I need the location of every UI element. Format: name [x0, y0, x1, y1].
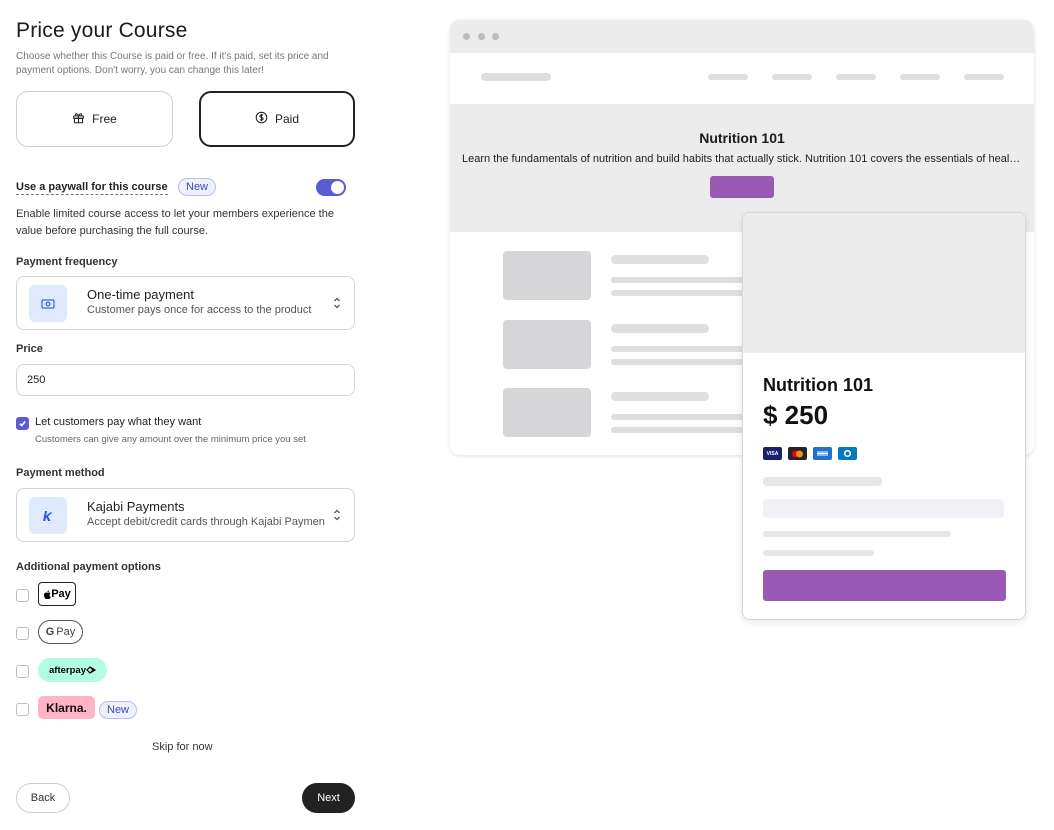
- hero-button: [710, 176, 774, 198]
- product-name: Nutrition 101: [763, 375, 874, 395]
- browser-bar: [450, 20, 1034, 53]
- text-placeholder: [611, 359, 751, 365]
- payment-frequency-subtitle: Customer pays once for access to the pro…: [87, 304, 312, 316]
- afterpay-logo: afterpay: [38, 658, 107, 682]
- google-pay-checkbox[interactable]: [16, 627, 29, 640]
- pay-what-you-want-subtitle: Customers can give any amount over the m…: [35, 434, 306, 445]
- content-thumbnail: [503, 388, 591, 437]
- payment-method-subtitle: Accept debit/credit cards through Kajabi…: [87, 516, 325, 528]
- payment-frequency-title: One-time payment: [87, 287, 194, 302]
- paywall-description: Enable limited course access to let your…: [16, 208, 334, 237]
- toggle-knob: [331, 181, 344, 194]
- logo-placeholder: [481, 73, 551, 81]
- google-pay-logo: G Pay: [38, 620, 83, 644]
- chevron-updown-icon: [334, 297, 340, 309]
- afterpay-checkbox[interactable]: [16, 665, 29, 678]
- payment-method-title: Kajabi Payments: [87, 499, 185, 514]
- skip-for-now-link[interactable]: Skip for now: [152, 741, 213, 753]
- visa-icon: VISA: [763, 447, 782, 460]
- text-placeholder: [611, 255, 709, 264]
- back-button[interactable]: Back: [16, 783, 70, 813]
- klarna-logo: Klarna.: [38, 696, 95, 719]
- text-placeholder: [763, 531, 951, 537]
- nav-placeholder: [964, 74, 1004, 80]
- mastercard-icon: [788, 447, 807, 460]
- apple-pay-logo: Pay: [38, 582, 76, 606]
- product-image-placeholder: [743, 213, 1025, 353]
- apple-pay-text: Pay: [51, 588, 71, 600]
- paywall-row: Use a paywall for this course New: [16, 178, 346, 198]
- payment-frequency-select[interactable]: One-time payment Customer pays once for …: [16, 276, 355, 330]
- apple-pay-option: Pay: [16, 582, 216, 608]
- text-placeholder: [611, 414, 751, 420]
- product-price: $ 250: [763, 400, 829, 430]
- free-option-label: Free: [92, 112, 117, 126]
- klarna-new-badge: New: [99, 701, 138, 719]
- text-placeholder: [611, 324, 709, 333]
- next-button[interactable]: Next: [302, 783, 355, 813]
- google-pay-option: G Pay: [16, 620, 216, 646]
- afterpay-arrows-icon: [86, 666, 96, 674]
- payment-method-select[interactable]: Kajabi Payments Accept debit/credit card…: [16, 488, 355, 542]
- text-placeholder: [611, 392, 709, 401]
- google-g-icon: G: [45, 626, 55, 638]
- window-dot: [478, 33, 485, 40]
- text-placeholder: [611, 277, 751, 283]
- apple-icon: [44, 590, 52, 599]
- hero-title: Nutrition 101: [699, 130, 785, 146]
- input-placeholder: [763, 499, 1004, 518]
- check-icon: [19, 420, 26, 427]
- kajabi-logo-icon: [29, 497, 67, 534]
- text-placeholder: [763, 550, 874, 556]
- nav-placeholder: [900, 74, 940, 80]
- free-option-card[interactable]: Free: [16, 91, 173, 147]
- paywall-toggle[interactable]: [316, 179, 346, 196]
- hero-description: Learn the fundamentals of nutrition and …: [462, 153, 1022, 165]
- amex-icon: [813, 447, 832, 460]
- window-dot: [463, 33, 470, 40]
- accepted-cards: VISA: [763, 447, 857, 460]
- dollar-circle-icon: [255, 111, 268, 127]
- text-placeholder: [611, 427, 751, 433]
- diners-icon: [838, 447, 857, 460]
- nav-placeholder: [836, 74, 876, 80]
- content-thumbnail: [503, 320, 591, 369]
- text-placeholder: [611, 346, 751, 352]
- nav-placeholder: [708, 74, 748, 80]
- afterpay-option: afterpay: [16, 658, 216, 684]
- gift-icon: [72, 111, 85, 127]
- pay-what-you-want-title[interactable]: Let customers pay what they want: [35, 416, 201, 428]
- text-placeholder: [611, 290, 751, 296]
- paywall-label[interactable]: Use a paywall for this course: [16, 181, 168, 195]
- klarna-checkbox[interactable]: [16, 703, 29, 716]
- cash-icon: [29, 285, 67, 322]
- google-pay-text: Pay: [56, 626, 76, 638]
- product-checkout-card: Nutrition 101 $ 250 VISA: [742, 212, 1026, 620]
- pay-what-you-want-checkbox[interactable]: [16, 417, 29, 430]
- window-dot: [492, 33, 499, 40]
- payment-method-label: Payment method: [16, 467, 105, 479]
- additional-payment-options-label: Additional payment options: [16, 561, 161, 573]
- buy-button-preview: [763, 570, 1006, 601]
- nav-placeholder: [772, 74, 812, 80]
- klarna-option: Klarna. New: [16, 696, 216, 722]
- paid-option-card[interactable]: Paid: [199, 91, 355, 147]
- chevron-updown-icon: [334, 509, 340, 521]
- page-subtitle: Choose whether this Course is paid or fr…: [16, 51, 329, 76]
- paywall-new-badge: New: [178, 178, 217, 196]
- paid-option-label: Paid: [274, 112, 300, 126]
- price-input[interactable]: [16, 364, 355, 396]
- preview-nav: [450, 53, 1034, 104]
- price-label: Price: [16, 343, 43, 355]
- apple-pay-checkbox[interactable]: [16, 589, 29, 602]
- page-title: Price your Course: [16, 19, 188, 42]
- content-thumbnail: [503, 251, 591, 300]
- payment-frequency-label: Payment frequency: [16, 256, 118, 268]
- afterpay-text: afterpay: [49, 664, 86, 676]
- text-placeholder: [763, 477, 882, 486]
